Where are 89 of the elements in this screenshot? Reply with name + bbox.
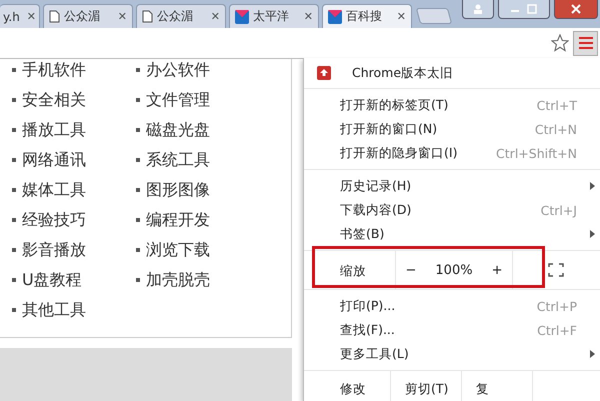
close-icon[interactable]: ✕: [26, 10, 36, 23]
category-link[interactable]: 系统工具: [146, 150, 210, 170]
category-link[interactable]: 磁盘光盘: [146, 120, 210, 140]
zoom-value: 100%: [435, 262, 473, 278]
user-icon: [473, 4, 483, 14]
bullet-icon: [136, 278, 140, 282]
edit-button[interactable]: 复: [476, 380, 489, 398]
menu-item[interactable]: 书签(B): [340, 226, 384, 242]
browser-tab[interactable]: 公众湄 ✕: [136, 4, 226, 28]
shortcut-label: Ctrl+T: [536, 98, 577, 112]
bullet-icon: [136, 158, 140, 162]
bullet-icon: [136, 188, 140, 192]
category-link[interactable]: 播放工具: [22, 120, 86, 140]
page-icon: [142, 10, 153, 23]
bullet-icon: [136, 128, 140, 132]
tab-title: 公众湄: [64, 8, 101, 25]
close-icon: [571, 4, 581, 14]
zoom-in-button[interactable]: +: [492, 262, 502, 278]
update-icon: [317, 66, 331, 80]
submenu-arrow-icon: [590, 230, 595, 238]
fullscreen-icon[interactable]: [548, 263, 564, 277]
browser-tab[interactable]: 太平洋 ✕: [229, 4, 319, 28]
page-icon: [49, 10, 60, 23]
window-controls[interactable]: [498, 0, 550, 19]
shortcut-label: Ctrl+P: [536, 298, 577, 314]
bullet-icon: [136, 68, 140, 72]
tab-title: 公众湄: [157, 8, 194, 25]
category-link[interactable]: 办公软件: [146, 60, 210, 80]
category-link[interactable]: 文件管理: [146, 90, 210, 110]
bullet-icon: [12, 68, 16, 72]
bullet-icon: [12, 128, 16, 132]
category-link[interactable]: 手机软件: [22, 60, 86, 80]
bullet-icon: [12, 158, 16, 162]
bullet-icon: [12, 308, 16, 312]
submenu-arrow-icon: [590, 350, 595, 358]
tab-title: 太平洋: [253, 8, 290, 25]
menu-item[interactable]: Chrome版本太旧: [352, 64, 454, 82]
category-link[interactable]: 加壳脱壳: [146, 270, 210, 290]
bullet-icon: [12, 278, 16, 282]
edit-button[interactable]: 修改: [340, 380, 366, 398]
minimize-restore-icon: [509, 4, 539, 14]
shortcut-label: Ctrl+N: [534, 122, 577, 136]
close-button[interactable]: [554, 0, 598, 19]
bullet-icon: [136, 248, 140, 252]
browser-tab[interactable]: 公众湄 ✕: [43, 4, 133, 28]
menu-button[interactable]: [573, 30, 598, 56]
logo-icon: [235, 10, 249, 24]
category-link[interactable]: 浏览下载: [146, 240, 210, 260]
category-link[interactable]: 其他工具: [22, 300, 86, 320]
browser-tab[interactable]: 百科搜 ✕: [322, 4, 412, 28]
menu-item[interactable]: 查找(F)...: [340, 322, 395, 338]
category-link[interactable]: 编程开发: [146, 210, 210, 230]
close-icon[interactable]: ✕: [118, 10, 127, 23]
shortcut-label: Ctrl+J: [540, 202, 577, 218]
category-link[interactable]: 安全相关: [22, 90, 86, 110]
edit-button[interactable]: 剪切(T): [405, 380, 448, 398]
tab-title: 百科搜: [346, 8, 383, 25]
user-button[interactable]: [462, 0, 494, 19]
bullet-icon: [12, 218, 16, 222]
menu-item[interactable]: 打开新的隐身窗口(I): [340, 144, 458, 162]
bullet-icon: [136, 218, 140, 222]
zoom-label: 缩放: [340, 263, 366, 278]
zoom-out-button[interactable]: −: [406, 262, 416, 278]
logo-icon: [328, 10, 342, 24]
menu-item[interactable]: 下载内容(D): [340, 202, 412, 218]
shortcut-label: Ctrl+Shift+N: [496, 146, 577, 160]
category-link[interactable]: 网络通讯: [22, 150, 86, 170]
category-link[interactable]: 经验技巧: [22, 210, 86, 230]
close-icon[interactable]: ✕: [210, 10, 220, 23]
category-link[interactable]: 媒体工具: [22, 180, 86, 200]
menu-item[interactable]: 历史记录(H): [340, 178, 412, 194]
menu-item[interactable]: 打开新的标签页(T): [340, 96, 448, 114]
category-link[interactable]: 影音播放: [22, 240, 86, 260]
menu-item[interactable]: 打印(P)...: [340, 298, 396, 314]
shortcut-label: Ctrl+F: [537, 322, 577, 338]
submenu-arrow-icon: [590, 182, 595, 190]
close-icon[interactable]: ✕: [304, 10, 313, 23]
bullet-icon: [12, 248, 16, 252]
close-icon[interactable]: ✕: [396, 10, 406, 23]
category-link[interactable]: 图形图像: [146, 180, 210, 200]
bullet-icon: [12, 98, 16, 102]
tab-title: y.h: [3, 10, 21, 24]
star-icon[interactable]: [551, 34, 569, 52]
bullet-icon: [12, 188, 16, 192]
menu-item[interactable]: 更多工具(L): [340, 346, 409, 362]
browser-tab[interactable]: y.h ✕: [0, 4, 40, 28]
bullet-icon: [136, 98, 140, 102]
category-link[interactable]: U盘教程: [22, 270, 82, 290]
menu-item[interactable]: 打开新的窗口(N): [340, 120, 438, 138]
